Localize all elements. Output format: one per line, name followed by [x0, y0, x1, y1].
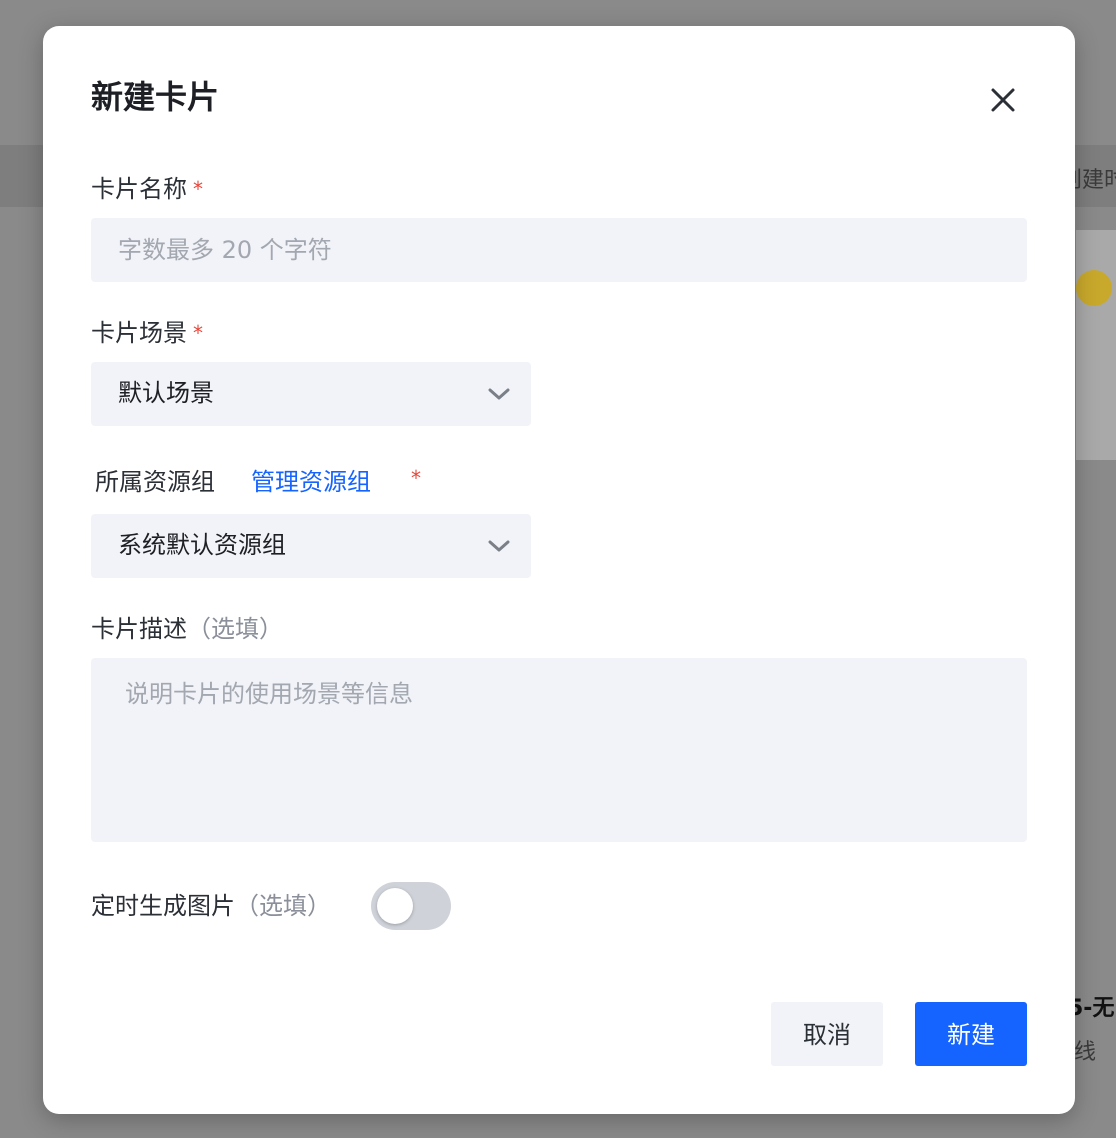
- scheduled-image-label-text: 定时生成图片: [91, 892, 235, 920]
- close-icon: [991, 88, 1015, 112]
- card-name-input[interactable]: [91, 218, 1027, 282]
- resource-group-select[interactable]: 系统默认资源组: [91, 514, 531, 578]
- card-scene-label-text: 卡片场景: [91, 319, 187, 347]
- card-scene-label: 卡片场景 *: [91, 317, 203, 349]
- resource-group-required: *: [405, 462, 421, 494]
- card-description-label: 卡片描述（选填）: [91, 613, 283, 645]
- resource-group-label: 所属资源组: [95, 468, 215, 496]
- cancel-button[interactable]: 取消: [771, 1002, 883, 1066]
- background-lemon-image: [1076, 270, 1112, 306]
- required-mark: *: [411, 466, 421, 490]
- required-mark: *: [193, 321, 203, 345]
- chevron-down-icon: [488, 540, 510, 552]
- card-description-textarea[interactable]: [91, 658, 1027, 842]
- resource-group-value: 系统默认资源组: [118, 531, 286, 559]
- background-card-subtitle: 线: [1074, 1040, 1097, 1065]
- toggle-knob: [377, 888, 413, 924]
- scheduled-image-label: 定时生成图片（选填）: [91, 890, 331, 922]
- card-name-label: 卡片名称 *: [91, 173, 203, 205]
- close-button[interactable]: [983, 80, 1023, 120]
- chevron-down-icon: [488, 388, 510, 400]
- card-scene-select[interactable]: 默认场景: [91, 362, 531, 426]
- card-name-label-text: 卡片名称: [91, 175, 187, 203]
- card-scene-value: 默认场景: [118, 379, 214, 407]
- card-description-label-text: 卡片描述: [91, 615, 187, 643]
- manage-resource-group-link[interactable]: 管理资源组: [251, 466, 371, 498]
- create-button[interactable]: 新建: [915, 1002, 1027, 1066]
- optional-hint: （选填）: [187, 615, 283, 643]
- required-mark: *: [193, 177, 203, 201]
- background-card-image: [1076, 230, 1116, 460]
- scheduled-image-toggle[interactable]: [371, 882, 451, 930]
- dialog-title: 新建卡片: [91, 78, 220, 116]
- new-card-dialog: 新建卡片 卡片名称* 卡片场景* 默认场景 所属资源组 管理资源组 * 系统默认…: [43, 26, 1075, 1114]
- optional-hint: （选填）: [235, 892, 331, 920]
